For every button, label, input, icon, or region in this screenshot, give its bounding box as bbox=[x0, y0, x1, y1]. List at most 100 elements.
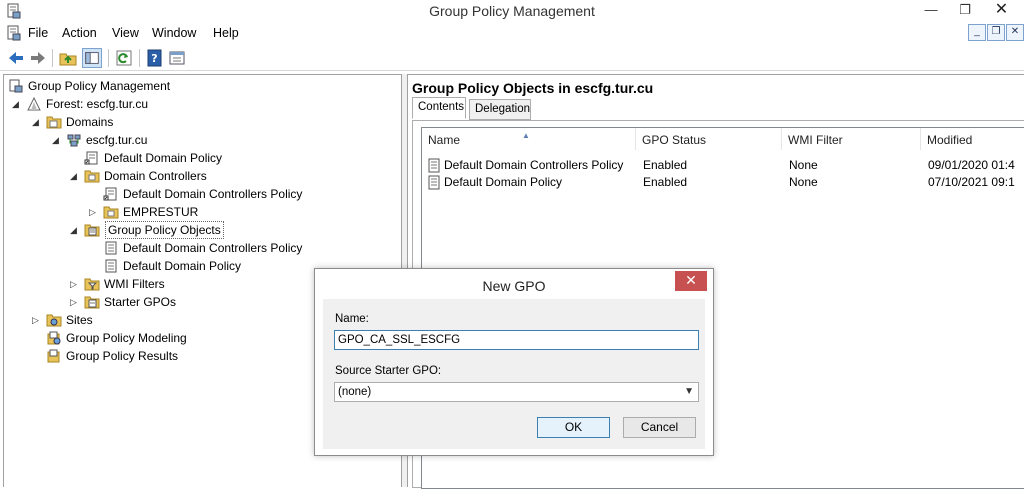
toolbar-separator bbox=[139, 49, 140, 67]
expand-triangle-icon[interactable]: ▷ bbox=[32, 311, 42, 329]
gpo-icon bbox=[105, 241, 117, 255]
sort-ascending-icon: ▲ bbox=[522, 131, 530, 140]
collapse-triangle-icon[interactable]: ◢ bbox=[32, 113, 42, 131]
tree-label: EMPRESTUR bbox=[123, 205, 199, 219]
ok-button[interactable]: OK bbox=[537, 417, 610, 438]
pane-title: Group Policy Objects in escfg.tur.cu bbox=[412, 80, 654, 96]
tree-label: escfg.tur.cu bbox=[86, 133, 148, 147]
column-header-modified[interactable]: Modified bbox=[921, 128, 1024, 150]
forward-arrow-icon[interactable] bbox=[28, 48, 48, 68]
column-header-wmi-filter[interactable]: WMI Filter bbox=[782, 128, 921, 150]
menu-view[interactable]: View bbox=[112, 26, 139, 40]
chevron-down-icon: ▼ bbox=[684, 386, 694, 397]
menu-file[interactable]: File bbox=[28, 26, 48, 40]
gpo-name-input[interactable]: GPO_CA_SSL_ESCFG bbox=[334, 330, 699, 350]
cell-status: Enabled bbox=[643, 175, 688, 189]
menu-action[interactable]: Action bbox=[62, 26, 97, 40]
domains-folder-icon bbox=[46, 116, 62, 129]
tree-label: Group Policy Management bbox=[28, 79, 171, 93]
tree-label: Default Domain Policy bbox=[104, 151, 223, 165]
dialog-close-button[interactable]: ✕ bbox=[675, 271, 707, 291]
expand-triangle-icon[interactable]: ▷ bbox=[70, 293, 80, 311]
maximize-button[interactable]: ❐ bbox=[952, 0, 978, 20]
gpm-root-icon bbox=[9, 79, 23, 93]
starter-gpo-label: Source Starter GPO: bbox=[335, 365, 442, 377]
starter-gpo-value: (none) bbox=[338, 386, 372, 398]
show-hide-console-tree-icon[interactable] bbox=[82, 48, 102, 68]
minimize-button[interactable]: — bbox=[918, 0, 944, 20]
collapse-triangle-icon[interactable]: ◢ bbox=[70, 167, 80, 185]
expand-triangle-icon[interactable]: ▷ bbox=[70, 275, 80, 293]
modeling-icon bbox=[47, 331, 61, 345]
menu-bar: File Action View Window Help bbox=[0, 22, 1024, 44]
cell-wmi: None bbox=[789, 158, 818, 172]
tree-label: Group Policy Results bbox=[66, 349, 179, 363]
forest-icon bbox=[27, 97, 41, 111]
dialog-body: Name: GPO_CA_SSL_ESCFG Source Starter GP… bbox=[323, 299, 705, 449]
wmi-folder-icon bbox=[84, 278, 100, 291]
collapse-triangle-icon[interactable]: ◢ bbox=[70, 221, 80, 239]
menu-window[interactable]: Window bbox=[152, 26, 196, 40]
collapse-triangle-icon[interactable]: ◢ bbox=[12, 95, 22, 113]
back-arrow-icon[interactable] bbox=[6, 48, 26, 68]
cell-name: Default Domain Controllers Policy bbox=[444, 158, 624, 172]
tree-label: Domains bbox=[66, 115, 114, 129]
gpo-link-icon bbox=[103, 187, 117, 201]
tree-label: Starter GPOs bbox=[104, 295, 177, 309]
tree-label: Default Domain Controllers Policy bbox=[123, 241, 303, 255]
column-label: Name bbox=[428, 133, 461, 147]
sites-folder-icon bbox=[46, 314, 62, 327]
toolbar: ? bbox=[0, 45, 1024, 71]
tab-delegation[interactable]: Delegation bbox=[469, 99, 531, 120]
tree-label: Forest: escfg.tur.cu bbox=[46, 97, 149, 111]
toolbar-separator bbox=[108, 49, 109, 67]
cell-modified: 09/01/2020 01:4 bbox=[928, 158, 1015, 172]
gpo-icon bbox=[428, 175, 440, 190]
starter-gpo-select[interactable]: (none) ▼ bbox=[334, 382, 699, 402]
table-row[interactable]: Default Domain Controllers Policy Enable… bbox=[422, 157, 1024, 174]
gpo-icon bbox=[105, 259, 117, 273]
gpo-link-icon bbox=[84, 151, 98, 165]
mdi-minimize-button[interactable]: _ bbox=[968, 24, 986, 41]
cell-modified: 07/10/2021 09:1 bbox=[928, 175, 1015, 189]
gpo-icon bbox=[428, 158, 440, 173]
tree-label: Group Policy Objects bbox=[105, 221, 224, 239]
up-folder-icon[interactable] bbox=[58, 48, 78, 68]
toolbar-separator bbox=[52, 49, 53, 67]
name-label: Name: bbox=[335, 313, 369, 325]
mdi-restore-button[interactable]: ❐ bbox=[987, 24, 1005, 41]
help-icon[interactable]: ? bbox=[145, 48, 165, 68]
tree-label: Default Domain Controllers Policy bbox=[123, 187, 303, 201]
tree-label: Domain Controllers bbox=[104, 169, 207, 183]
ou-folder-icon bbox=[84, 170, 100, 183]
cell-status: Enabled bbox=[643, 158, 688, 172]
cell-wmi: None bbox=[789, 175, 818, 189]
gpo-folder-icon bbox=[84, 224, 100, 237]
tree-label: Default Domain Policy bbox=[123, 259, 242, 273]
svg-text:?: ? bbox=[151, 52, 157, 65]
results-icon bbox=[47, 349, 60, 363]
refresh-icon[interactable] bbox=[114, 48, 134, 68]
collapse-triangle-icon[interactable]: ◢ bbox=[52, 131, 62, 149]
column-header-name[interactable]: Name ▲ bbox=[422, 128, 636, 150]
table-row[interactable]: Default Domain Policy Enabled None 07/10… bbox=[422, 174, 1024, 191]
tree-label: Group Policy Modeling bbox=[66, 331, 187, 345]
dialog-title: New GPO bbox=[482, 278, 546, 294]
tree-label: Sites bbox=[66, 313, 93, 327]
new-gpo-dialog: New GPO ✕ Name: GPO_CA_SSL_ESCFG Source … bbox=[314, 268, 714, 456]
window-title: Group Policy Management bbox=[429, 3, 595, 19]
tab-contents[interactable]: Contents bbox=[412, 97, 466, 119]
close-button[interactable]: ✕ bbox=[979, 0, 1024, 20]
menu-help[interactable]: Help bbox=[213, 26, 239, 40]
tree-label: WMI Filters bbox=[104, 277, 165, 291]
cancel-button[interactable]: Cancel bbox=[623, 417, 696, 438]
column-header-gpo-status[interactable]: GPO Status bbox=[636, 128, 782, 150]
ou-folder-icon bbox=[103, 206, 119, 219]
document-icon[interactable] bbox=[7, 25, 21, 41]
starter-gpo-folder-icon bbox=[84, 296, 100, 309]
properties-icon[interactable] bbox=[167, 48, 187, 68]
mdi-close-button[interactable]: ✕ bbox=[1006, 24, 1024, 41]
expand-triangle-icon[interactable]: ▷ bbox=[89, 203, 99, 221]
title-bar: Group Policy Management — ❐ ✕ bbox=[0, 0, 1024, 22]
cell-name: Default Domain Policy bbox=[444, 175, 563, 189]
